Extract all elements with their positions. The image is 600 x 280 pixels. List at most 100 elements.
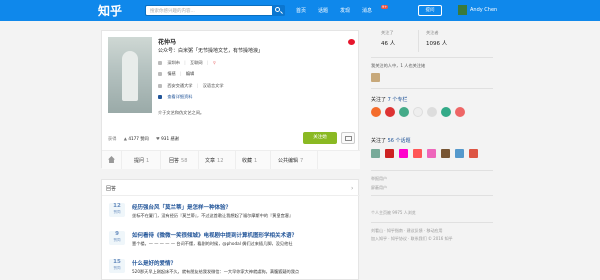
- topic-avatar[interactable]: [455, 149, 464, 158]
- tab-count: 58: [181, 158, 188, 164]
- vote-number: 12: [113, 203, 121, 209]
- message-button[interactable]: [341, 132, 355, 144]
- topic-avatar[interactable]: [427, 149, 436, 158]
- vote-label: 赞同: [113, 210, 121, 214]
- details-row: 查看详细资料: [158, 94, 192, 100]
- tab-label: 回答: [169, 158, 180, 164]
- topic-avatar[interactable]: [469, 149, 478, 158]
- profile-name: 花仲马: [158, 39, 177, 46]
- profile-bio: 公众号：白米粥「无节操地文艺，有节操地浪」: [158, 48, 264, 54]
- field2: 编辑: [185, 71, 195, 76]
- details-link[interactable]: 查看详细资料: [167, 94, 192, 99]
- employment-row: 情感 | 编辑: [158, 71, 194, 77]
- weibo-icon[interactable]: [348, 39, 355, 45]
- vote-label: 赞同: [113, 238, 121, 242]
- column-avatar[interactable]: [413, 107, 423, 117]
- question-title[interactable]: 什么是好的爱情？: [132, 259, 176, 267]
- profile-description: 介于文艺和伪文艺之间。: [158, 110, 205, 115]
- tab-collections[interactable]: 收藏 1: [242, 157, 257, 164]
- topic-avatar[interactable]: [441, 149, 450, 158]
- column-avatar[interactable]: [455, 107, 465, 117]
- columns-prefix: 关注了: [371, 97, 387, 103]
- follow-button[interactable]: 关注她: [303, 132, 337, 144]
- heart-icon: ♥: [156, 136, 160, 141]
- tab-label: 文章: [205, 158, 216, 164]
- tab-count: 1: [254, 158, 258, 164]
- location-icon: [158, 61, 162, 65]
- stats-prefix: 获得: [108, 136, 117, 141]
- nav-topics[interactable]: 话题: [318, 7, 328, 14]
- tab-label: 公共编辑: [278, 158, 299, 164]
- column-avatar[interactable]: [399, 107, 409, 117]
- tab-home[interactable]: [102, 151, 122, 169]
- answer-excerpt[interactable]: 壹个楼。— — — — — 台词不懂，看剧的时候，@phodal 偶们过来插几脚…: [132, 241, 292, 247]
- user-name[interactable]: Andy Chen: [470, 7, 497, 13]
- chevron-down-icon: [158, 95, 162, 99]
- location: 深圳市: [167, 60, 180, 65]
- topic-avatar[interactable]: [371, 149, 380, 158]
- columns-title: 关注了 7 个专栏: [371, 96, 407, 103]
- profile-card: 花仲马 公众号：白米粥「无节操地文艺，有节操地浪」 深圳市 | 互联网 | ♀ …: [101, 30, 360, 169]
- footer-links-2[interactable]: 加入知乎 · 知乎协议 · 联系我们 © 2016 知乎: [371, 236, 453, 242]
- ask-button[interactable]: 提问: [418, 5, 442, 16]
- answer-excerpt[interactable]: 520那天早上刚起床不久，就有朋友给我发微信：一大早你家大神就虐狗。满腹狐疑的我…: [132, 269, 299, 275]
- footer-links[interactable]: 刘看山 · 知乎指南 · 建议反馈 · 移动应用: [371, 228, 442, 234]
- avatar[interactable]: [458, 5, 467, 15]
- nav-home[interactable]: 首页: [296, 7, 306, 14]
- industry: 互联网: [190, 60, 203, 65]
- zhihu-logo[interactable]: 知乎: [98, 2, 122, 19]
- columns-count[interactable]: 7 个专栏: [388, 97, 408, 103]
- column-avatar[interactable]: [371, 107, 381, 117]
- vote-number: 15: [113, 259, 121, 265]
- major: 汉语言文学: [202, 83, 224, 88]
- search-button[interactable]: [272, 5, 285, 16]
- vote-count[interactable]: 9 赞同: [109, 231, 125, 245]
- stat-value: 1096 人: [426, 41, 448, 47]
- briefcase-icon: [158, 72, 162, 76]
- topic-avatar[interactable]: [399, 149, 408, 158]
- column-avatar[interactable]: [427, 107, 437, 117]
- column-avatar[interactable]: [385, 107, 395, 117]
- vote-count[interactable]: 12 赞同: [109, 203, 125, 217]
- question-title[interactable]: 经历强台风「莫兰蒂」是怎样一种体验？: [132, 203, 231, 211]
- profile-avatar: [108, 37, 152, 113]
- vote-label: 赞同: [113, 266, 121, 270]
- search-icon-handle: [280, 11, 283, 14]
- search-input[interactable]: 搜索你感兴趣的内容...: [145, 5, 285, 16]
- chevron-right-icon[interactable]: ›: [351, 185, 353, 192]
- page-views: 个人主页被 9975 人浏览: [371, 210, 416, 215]
- avatar-figure: [122, 51, 138, 101]
- stat-value: 46 人: [381, 41, 396, 47]
- answer-excerpt[interactable]: 坐标不在厦门，没有经历『莫兰蒂』，不过这首歌让我想起了福尔摩斯中的『黄皇宫客』: [132, 213, 293, 219]
- tab-label: 收藏: [242, 158, 253, 164]
- report-user-link[interactable]: 举报用户: [371, 176, 387, 182]
- upvotes-count: 4177 赞同: [128, 136, 149, 141]
- tab-questions[interactable]: 提问 1: [134, 157, 149, 164]
- tab-answers[interactable]: 回答 58: [169, 157, 187, 164]
- following-stat[interactable]: 关注了 46 人: [381, 30, 395, 47]
- gender-icon: ♀: [212, 60, 216, 65]
- top-nav-bar: 知乎 搜索你感兴趣的内容... 首页 话题 发现 消息 9+ 提问 Andy C…: [0, 0, 600, 21]
- topic-avatar[interactable]: [413, 149, 422, 158]
- question-title[interactable]: 如何看待《微微一笑很倾城》电视剧中提到计算机图形学相关术语？: [132, 231, 297, 239]
- nav-messages[interactable]: 消息: [362, 7, 372, 14]
- column-avatar[interactable]: [441, 107, 451, 117]
- follow-stats: 关注了 46 人 关注者 1096 人: [381, 30, 489, 54]
- answers-header[interactable]: 回答: [106, 185, 116, 192]
- tab-count: 1: [146, 158, 150, 164]
- tab-articles[interactable]: 文章 12: [205, 157, 223, 164]
- topic-avatar[interactable]: [385, 149, 394, 158]
- field1: 情感: [167, 71, 176, 76]
- search-placeholder: 搜索你感兴趣的内容...: [150, 9, 195, 14]
- tab-public-edits[interactable]: 公共编辑 7: [278, 157, 303, 164]
- vote-count[interactable]: 15 赞同: [109, 259, 125, 273]
- mutual-followers[interactable]: 我关注的人中，1 人也关注她: [371, 63, 425, 69]
- location-row: 深圳市 | 互联网 | ♀: [158, 60, 216, 66]
- followers-stat[interactable]: 关注者 1096 人: [426, 30, 447, 47]
- vote-number: 9: [115, 231, 119, 237]
- nav-discover[interactable]: 发现: [340, 7, 350, 14]
- avatar[interactable]: [371, 73, 380, 82]
- topics-count[interactable]: 56 个话题: [388, 138, 411, 144]
- home-icon: [108, 156, 115, 163]
- block-user-link[interactable]: 屏蔽用户: [371, 185, 387, 191]
